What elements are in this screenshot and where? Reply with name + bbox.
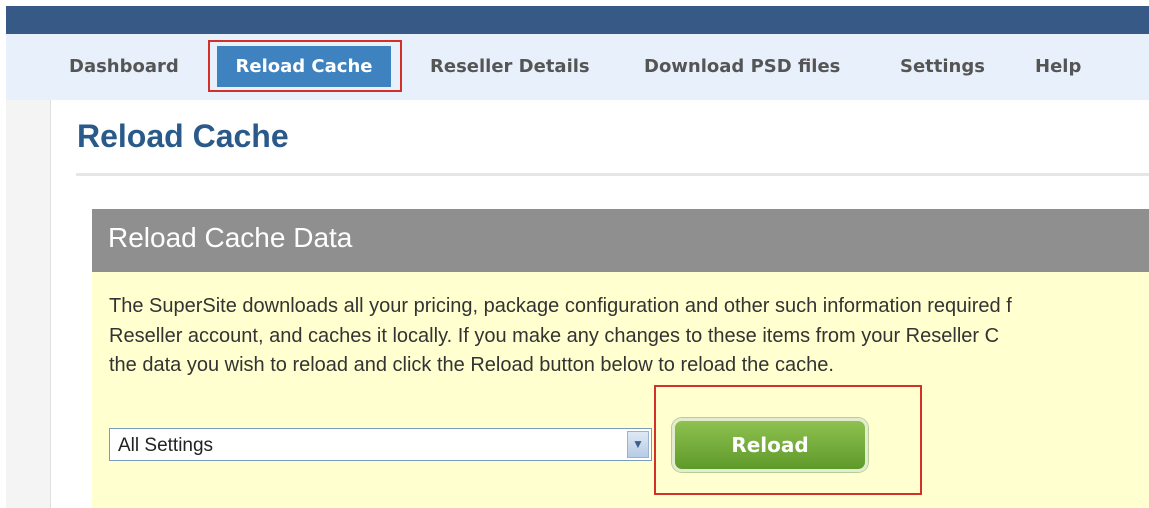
cache-type-select[interactable]: All Settings ▼ — [109, 428, 652, 461]
top-header-bar — [6, 6, 1149, 34]
reload-button[interactable]: Reload — [672, 418, 868, 472]
left-sidebar-strip — [6, 100, 51, 508]
cache-type-select-value: All Settings — [118, 435, 214, 456]
panel-description: The SuperSite downloads all your pricing… — [109, 292, 1149, 381]
chevron-down-icon[interactable]: ▼ — [627, 431, 649, 458]
description-line: The SuperSite downloads all your pricing… — [109, 295, 1012, 317]
description-line: Reseller account, and caches it locally.… — [109, 324, 1000, 347]
panel-title: Reload Cache Data — [108, 222, 353, 253]
nav-item-settings[interactable]: Settings — [900, 34, 985, 100]
nav-bar: Dashboard Reseller Details Download PSD … — [6, 34, 1149, 100]
nav-item-help[interactable]: Help — [1035, 34, 1081, 100]
nav-item-download-psd-files[interactable]: Download PSD files — [644, 34, 840, 100]
nav-item-reload-cache[interactable]: Reload Cache — [217, 46, 391, 87]
description-line: the data you wish to reload and click th… — [109, 354, 834, 376]
nav-item-reseller-details[interactable]: Reseller Details — [430, 34, 590, 100]
page-title: Reload Cache — [77, 118, 289, 154]
title-divider — [76, 173, 1149, 176]
nav-item-dashboard[interactable]: Dashboard — [69, 34, 179, 100]
